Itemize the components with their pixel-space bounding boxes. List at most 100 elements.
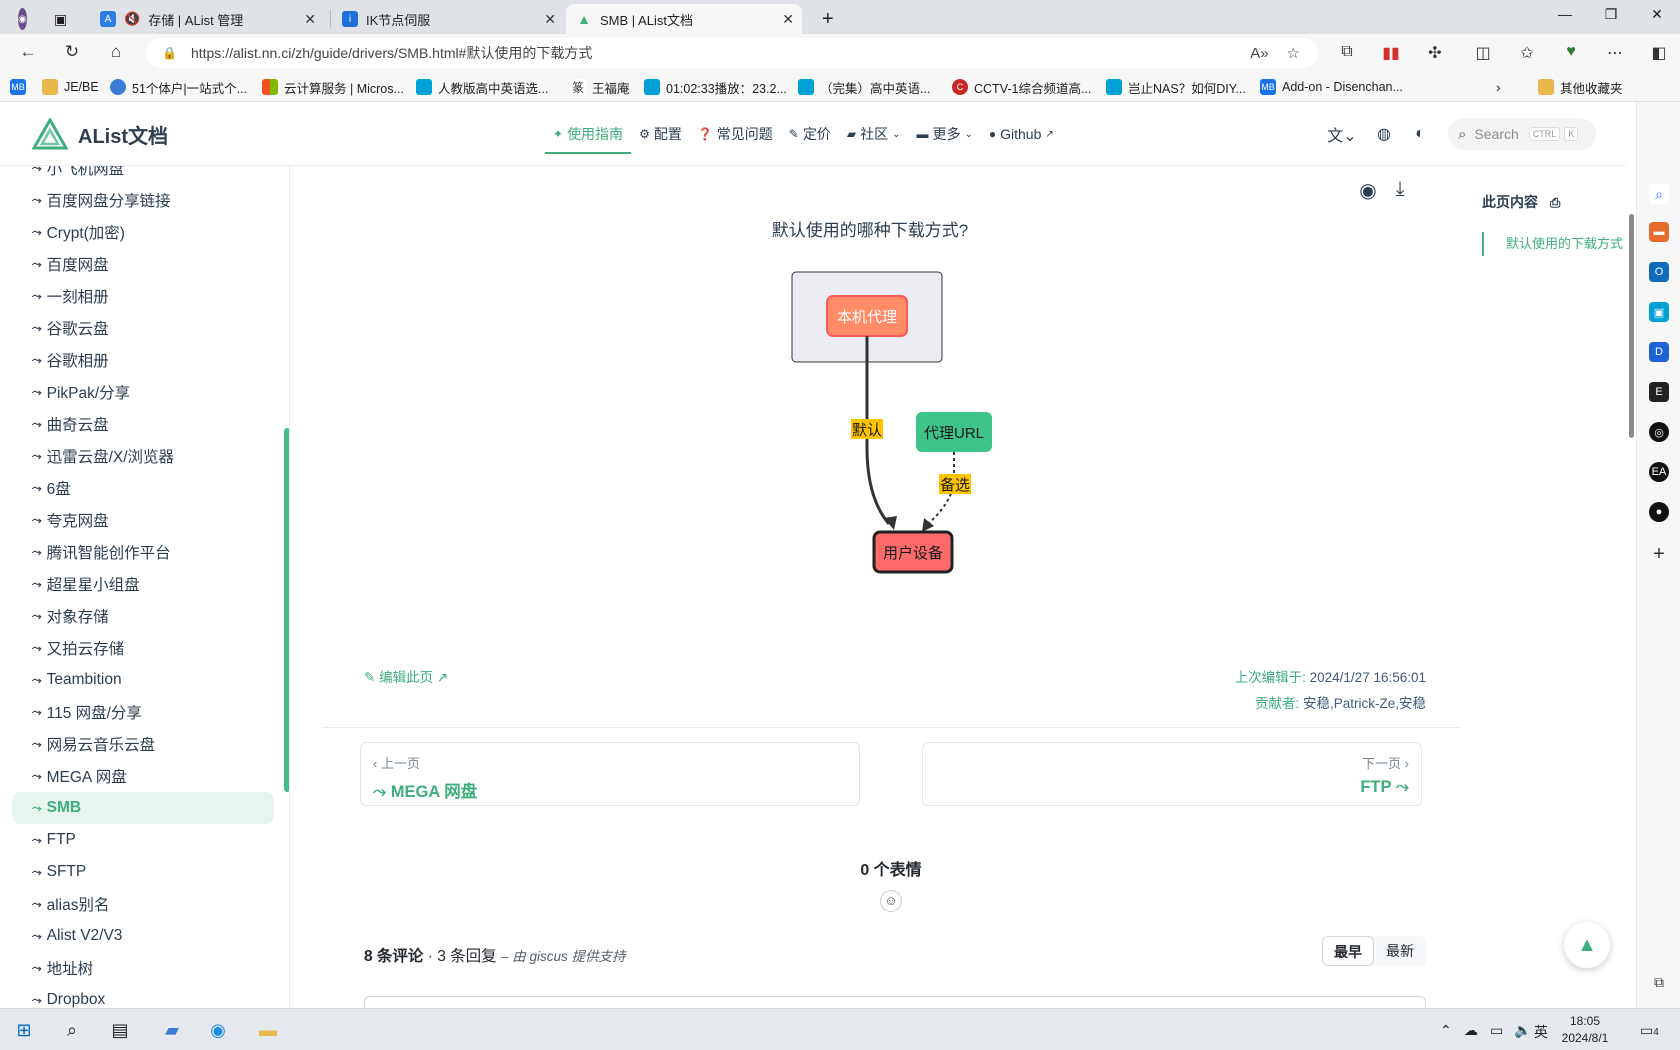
minimize-button[interactable]: —: [1542, 6, 1588, 28]
sidebar-item[interactable]: ⤳ PikPak/分享: [12, 376, 274, 408]
bookmark-item[interactable]: 岂止NAS？如何DIY...: [1106, 78, 1246, 96]
edit-page-link[interactable]: ✎ 编辑此页 ↗: [364, 666, 448, 686]
sidebar-scrollbar[interactable]: [283, 166, 289, 1008]
onedrive-icon[interactable]: ☁: [1464, 1022, 1478, 1039]
more-menu-icon[interactable]: ⋯: [1604, 43, 1626, 63]
sidebar-item[interactable]: ⤳ FTP: [12, 824, 274, 856]
nav-pricing[interactable]: ✎ 定价: [781, 102, 839, 166]
toolbox-icon[interactable]: ▬: [1649, 222, 1669, 242]
search-icon[interactable]: ⌕: [60, 1018, 84, 1042]
sidebar-toggle-icon[interactable]: ◧: [1648, 43, 1670, 63]
tab-storage-admin[interactable]: A 🔇 存储 | AList 管理 ✕: [90, 4, 324, 34]
sidebar-item[interactable]: ⤳ 对象存储: [12, 600, 274, 632]
site-logo[interactable]: AList文档: [32, 118, 168, 150]
nav-config[interactable]: ⚙ 配置: [631, 102, 690, 166]
split-screen-icon[interactable]: ◫: [1472, 43, 1494, 63]
restore-button[interactable]: ❐: [1588, 6, 1634, 28]
close-window-button[interactable]: ✕: [1634, 6, 1680, 28]
close-tab-icon[interactable]: ✕: [544, 11, 556, 28]
smiley-icon[interactable]: ☺: [880, 890, 902, 912]
new-tab-button[interactable]: +: [812, 4, 842, 34]
sidebar-item[interactable]: ⤳ Teambition: [12, 664, 274, 696]
close-tab-icon[interactable]: ✕: [304, 11, 316, 28]
sidebar-item[interactable]: ⤳ 一刻相册: [12, 280, 274, 312]
nav-more[interactable]: ▬ 更多 ⌄: [908, 102, 980, 166]
close-tab-icon[interactable]: ✕: [782, 11, 794, 28]
prev-page-link[interactable]: ‹ 上一页 ⤳ MEGA 网盘: [360, 742, 860, 806]
bookmark-item[interactable]: 篆 王福庵: [570, 78, 630, 96]
nav-faq[interactable]: ❓ 常见问题: [690, 102, 781, 166]
bilibili-icon[interactable]: ▣: [1649, 302, 1669, 322]
sidebar-item[interactable]: ⤳ 曲奇云盘: [12, 408, 274, 440]
file-explorer-icon[interactable]: ▬: [256, 1018, 280, 1042]
sidebar-settings-icon[interactable]: ⧉: [1649, 972, 1669, 992]
d-app-icon[interactable]: D: [1649, 342, 1669, 362]
lock-icon[interactable]: 🔒: [162, 46, 177, 60]
extension-audio-icon[interactable]: ▮▮: [1380, 43, 1402, 63]
next-page-link[interactable]: 下一页 › FTP ⤳: [922, 742, 1422, 806]
eye-icon[interactable]: ◉: [1352, 178, 1384, 203]
nav-github[interactable]: ● Github ↗: [981, 102, 1062, 166]
sidebar-item[interactable]: ⤳ MEGA 网盘: [12, 760, 274, 792]
mute-icon[interactable]: 🔇: [124, 11, 140, 27]
add-icon[interactable]: +: [1649, 543, 1669, 565]
sidebar-item[interactable]: ⤳ 115 网盘/分享: [12, 696, 274, 728]
search-button[interactable]: ⌕ Search CTRL K: [1448, 118, 1596, 150]
ime-indicator[interactable]: 英: [1534, 1022, 1548, 1042]
sidebar-item[interactable]: ⤳ 夸克网盘: [12, 504, 274, 536]
app-icon[interactable]: ▰: [160, 1018, 184, 1042]
sidebar-item[interactable]: ⤳ 迅雷云盘/X/浏览器: [12, 440, 274, 472]
refresh-icon[interactable]: ↻: [60, 42, 84, 64]
sidebar-item[interactable]: ⤳ Dropbox: [12, 984, 274, 1008]
language-switch-icon[interactable]: 文⌄: [1320, 122, 1364, 146]
sort-newest-button[interactable]: 最新: [1374, 936, 1426, 966]
sidebar-item[interactable]: ⤳ SMB: [12, 792, 274, 824]
bookmark-item[interactable]: 人教版高中英语选...: [416, 78, 548, 96]
read-aloud-icon[interactable]: A»: [1250, 45, 1268, 62]
epic-games-icon[interactable]: E: [1649, 382, 1669, 402]
bookmark-folder-jebe[interactable]: JE/BE: [42, 78, 99, 96]
home-icon[interactable]: ⌂: [104, 42, 128, 64]
bookmark-item[interactable]: 云计算服务 | Micros...: [262, 78, 404, 96]
github-icon[interactable]: ●: [1649, 502, 1669, 522]
ea-icon[interactable]: EA: [1649, 462, 1669, 482]
collections-icon[interactable]: ⧉: [1336, 43, 1358, 63]
favorite-star-icon[interactable]: ☆: [1287, 44, 1300, 62]
bookmark-item[interactable]: MB Add-on - Disenchan...: [1260, 78, 1403, 96]
bookmarks-overflow-icon[interactable]: ›: [1496, 78, 1501, 96]
tab-ik-node[interactable]: i IK节点伺服 ✕: [332, 4, 564, 34]
sidebar-item[interactable]: ⤳ Crypt(加密): [12, 216, 274, 248]
sidebar-item[interactable]: ⤳ 小飞机网盘: [12, 166, 274, 184]
steam-icon[interactable]: ◎: [1649, 422, 1669, 442]
bookmark-folder-other[interactable]: 其他收藏夹: [1538, 78, 1623, 96]
outlook-icon[interactable]: O: [1649, 262, 1669, 282]
sort-oldest-button[interactable]: 最早: [1322, 936, 1374, 966]
github-repo-icon[interactable]: ◍: [1368, 122, 1400, 146]
extensions-puzzle-icon[interactable]: ✣: [1424, 43, 1446, 63]
sidebar-item[interactable]: ⤳ 网易云音乐云盘: [12, 728, 274, 760]
sidebar-item[interactable]: ⤳ 谷歌相册: [12, 344, 274, 376]
download-icon[interactable]: ⤓: [1384, 178, 1416, 203]
notification-icon[interactable]: ▭4: [1640, 1022, 1659, 1039]
nav-guide[interactable]: ✦ 使用指南: [545, 102, 632, 166]
sidebar-item[interactable]: ⤳ alias别名: [12, 888, 274, 920]
bookmark-mb[interactable]: MB: [10, 78, 32, 96]
page-scrollbar[interactable]: [1626, 102, 1636, 1008]
windows-start-icon[interactable]: ⊞: [12, 1018, 36, 1042]
sidebar-item[interactable]: ⤳ 腾讯智能创作平台: [12, 536, 274, 568]
sidebar-item[interactable]: ⤳ 6盘: [12, 472, 274, 504]
bookmark-item[interactable]: 51个体户|一站式个...: [110, 78, 247, 96]
profile-avatar[interactable]: ◉: [8, 4, 38, 34]
sidebar-item[interactable]: ⤳ 超星星小组盘: [12, 568, 274, 600]
volume-icon[interactable]: 🔈: [1514, 1022, 1531, 1039]
sidebar-item[interactable]: ⤳ 百度网盘分享链接: [12, 184, 274, 216]
print-icon[interactable]: ⎙: [1550, 195, 1560, 210]
tab-actions-button[interactable]: ▣: [44, 4, 78, 34]
network-icon[interactable]: ▭: [1490, 1022, 1503, 1039]
sidebar-item[interactable]: ⤳ 百度网盘: [12, 248, 274, 280]
bookmark-item[interactable]: （完集）高中英语...: [798, 78, 930, 96]
back-icon[interactable]: ←: [16, 42, 40, 64]
sidebar-item[interactable]: ⤳ 谷歌云盘: [12, 312, 274, 344]
url-field[interactable]: 🔒 https://alist.nn.ci/zh/guide/drivers/S…: [146, 38, 1318, 68]
clock[interactable]: 18:05 2024/8/1: [1555, 1013, 1615, 1047]
